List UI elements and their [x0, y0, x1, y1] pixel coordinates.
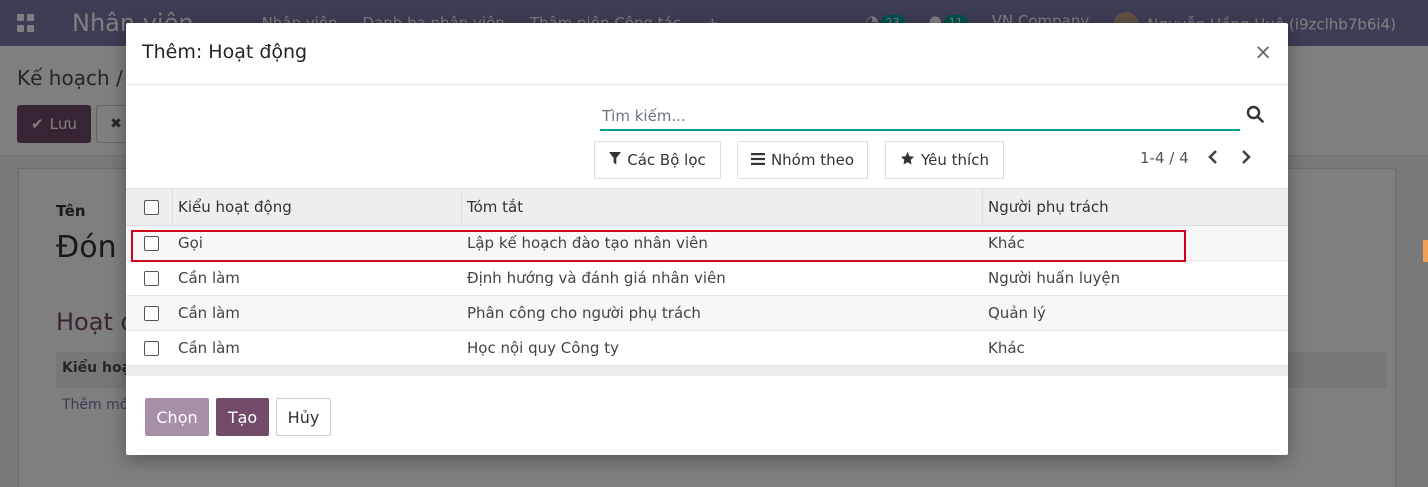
select-button[interactable]: Chọn: [145, 398, 209, 436]
row-checkbox[interactable]: [144, 331, 162, 365]
cancel-button[interactable]: Hủy: [276, 398, 331, 436]
column-activity-type[interactable]: Kiểu hoạt động: [178, 189, 292, 225]
cell-summary: Định hướng và đánh giá nhân viên: [467, 269, 726, 287]
cell-activity-type: Gọi: [178, 234, 203, 252]
create-button[interactable]: Tạo: [216, 398, 269, 436]
cell-activity-type: Cần làm: [178, 339, 240, 357]
close-button[interactable]: ×: [1254, 40, 1272, 64]
favorites-button[interactable]: Yêu thích: [885, 141, 1004, 179]
column-summary[interactable]: Tóm tắt: [467, 189, 523, 225]
row-checkbox[interactable]: [144, 296, 162, 330]
cell-responsible: Khác: [988, 234, 1025, 252]
scroll-indicator: [1423, 240, 1428, 262]
row-checkbox[interactable]: [144, 226, 162, 260]
column-separator: [172, 189, 173, 225]
modal-header: Thêm: Hoạt động ×: [126, 23, 1288, 85]
pager-value[interactable]: 1-4 / 4: [1140, 149, 1189, 167]
column-separator: [982, 189, 983, 225]
list-header: Kiểu hoạt động Tóm tắt Người phụ trách: [126, 188, 1288, 226]
chevron-right-icon[interactable]: [1240, 148, 1252, 170]
chevron-left-icon[interactable]: [1207, 148, 1219, 170]
modal-footer: Chọn Tạo Hủy: [126, 379, 1288, 455]
column-separator: [461, 189, 462, 225]
list-horizontal-scrollbar[interactable]: [126, 366, 1288, 376]
table-row[interactable]: Cần làm Phân công cho người phụ trách Qu…: [126, 296, 1288, 331]
row-checkbox[interactable]: [144, 261, 162, 295]
cell-activity-type: Cần làm: [178, 269, 240, 287]
group-by-button[interactable]: Nhóm theo: [737, 141, 868, 179]
star-icon: [900, 151, 915, 170]
table-row[interactable]: Cần làm Học nội quy Công ty Khác: [126, 331, 1288, 366]
select-all-checkbox[interactable]: [144, 189, 162, 225]
search-bar: [600, 103, 1240, 131]
table-row[interactable]: Gọi Lập kế hoạch đào tạo nhân viên Khác: [126, 226, 1288, 261]
activity-list: Kiểu hoạt động Tóm tắt Người phụ trách G…: [126, 188, 1288, 376]
list-icon: [750, 151, 765, 169]
filters-label: Các Bộ lọc: [627, 151, 706, 169]
cell-summary: Lập kế hoạch đào tạo nhân viên: [467, 234, 708, 252]
modal-title: Thêm: Hoạt động: [142, 41, 308, 63]
search-input[interactable]: [600, 103, 1240, 129]
filters-button[interactable]: Các Bộ lọc: [594, 141, 721, 179]
search-icon[interactable]: [1246, 105, 1264, 127]
cell-responsible: Quản lý: [988, 304, 1046, 322]
list-body: Gọi Lập kế hoạch đào tạo nhân viên Khác …: [126, 226, 1288, 366]
cell-summary: Học nội quy Công ty: [467, 339, 619, 357]
column-responsible[interactable]: Người phụ trách: [988, 189, 1109, 225]
cell-responsible: Người huấn luyện: [988, 269, 1121, 287]
table-row[interactable]: Cần làm Định hướng và đánh giá nhân viên…: [126, 261, 1288, 296]
cell-activity-type: Cần làm: [178, 304, 240, 322]
cell-summary: Phân công cho người phụ trách: [467, 304, 701, 322]
filter-icon: [609, 151, 622, 169]
group-by-label: Nhóm theo: [770, 151, 855, 169]
add-activity-dialog: Thêm: Hoạt động × Các Bộ lọc Nhóm theo Y…: [126, 23, 1288, 455]
cell-responsible: Khác: [988, 339, 1025, 357]
favorites-label: Yêu thích: [921, 151, 989, 169]
